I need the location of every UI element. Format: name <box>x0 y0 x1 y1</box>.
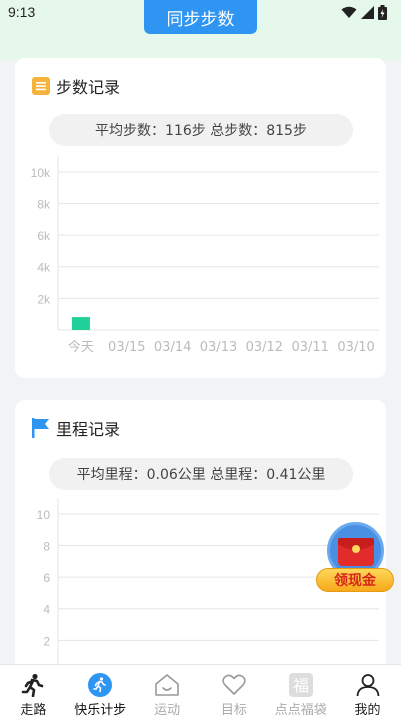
svg-text:福: 福 <box>293 676 309 695</box>
nav-goal[interactable]: 目标 <box>200 665 267 718</box>
bottom-nav: 走路 快乐计步 运动 目标 福 点点福袋 我的 <box>0 664 401 718</box>
y-tick-label: 4 <box>43 603 50 617</box>
nav-sport-label: 运动 <box>154 703 181 718</box>
nav-walk[interactable]: 走路 <box>0 665 67 718</box>
nav-mine[interactable]: 我的 <box>334 665 401 718</box>
bar <box>71 317 90 330</box>
steps-record-card: 步数记录 平均步数：116步 总步数：815步 2k 4k 6k 8k 10k 今天 03/… <box>15 58 386 378</box>
x-tick-label: 今天 <box>68 339 94 355</box>
x-tick-label: 03/15 <box>108 340 145 355</box>
y-tick-label: 10 <box>37 508 51 522</box>
x-tick-label: 03/14 <box>154 340 191 355</box>
nav-pedometer[interactable]: 快乐计步 <box>67 665 134 718</box>
x-tick-label: 03/10 <box>337 340 374 355</box>
steps-chart: 2k 4k 6k 8k 10k 今天 03/15 03/14 03/13 03/12 03/11 03… <box>31 156 379 355</box>
nav-goal-label: 目标 <box>220 703 247 718</box>
nav-lucky-bag-label: 点点福袋 <box>274 703 327 718</box>
fortune-icon: 福 <box>288 672 314 698</box>
battery-icon <box>378 5 387 20</box>
y-tick-label: 2k <box>37 292 51 306</box>
sync-steps-button[interactable]: 同步步数 <box>144 0 257 34</box>
x-tick-label: 03/12 <box>246 340 283 355</box>
home-smile-icon <box>154 672 180 698</box>
wifi-icon <box>341 6 357 18</box>
nav-pedometer-label: 快乐计步 <box>74 703 127 718</box>
y-tick-label: 6 <box>43 571 50 585</box>
floating-reward-button[interactable]: 领现金 <box>316 522 394 596</box>
y-tick-label: 4k <box>37 261 51 275</box>
nav-lucky-bag[interactable]: 福 点点福袋 <box>267 665 334 718</box>
y-tick-label: 10k <box>31 166 51 180</box>
running-person-icon <box>20 672 46 698</box>
signal-icon <box>361 6 374 19</box>
nav-sport[interactable]: 运动 <box>134 665 201 718</box>
status-icons <box>341 5 387 20</box>
user-icon <box>355 672 381 698</box>
y-tick-label: 8 <box>43 539 50 553</box>
y-tick-label: 2 <box>43 634 50 648</box>
x-tick-label: 03/11 <box>291 340 328 355</box>
nav-mine-label: 我的 <box>354 703 381 718</box>
nav-walk-label: 走路 <box>20 703 47 718</box>
pedometer-icon <box>87 672 113 698</box>
x-tick-label: 03/13 <box>200 340 237 355</box>
status-time: 9:13 <box>8 4 36 20</box>
heart-icon <box>221 672 247 698</box>
claim-cash-label: 领现金 <box>316 568 394 592</box>
y-tick-label: 6k <box>37 229 51 243</box>
y-tick-label: 8k <box>37 197 51 211</box>
